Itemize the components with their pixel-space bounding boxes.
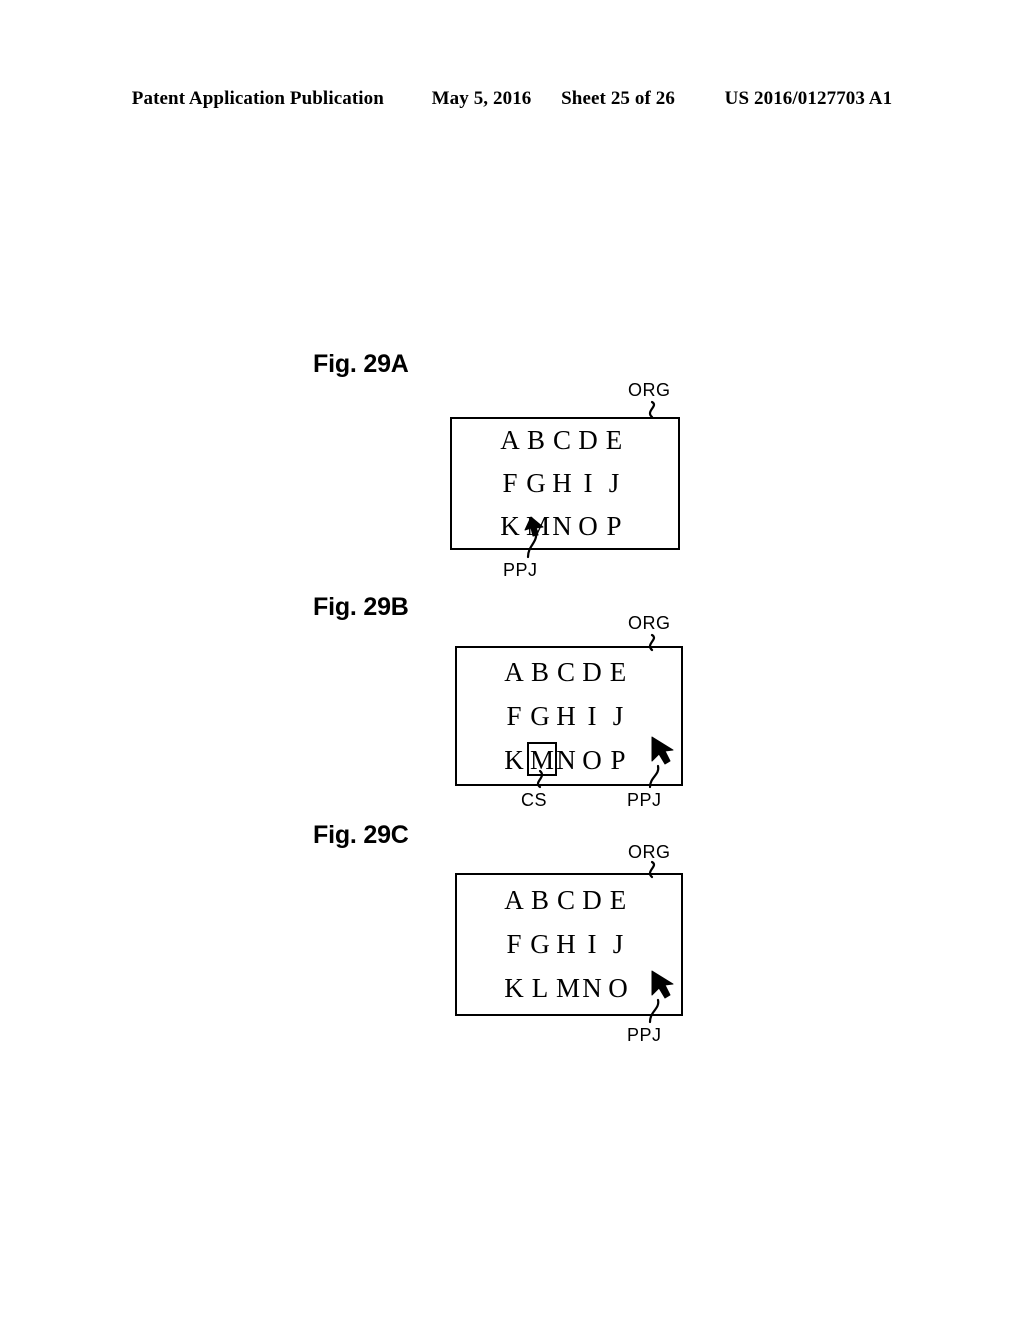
figure-29c-character: L <box>531 973 555 1003</box>
figure-29c-character: G <box>530 929 556 959</box>
figure-29a-character: M <box>526 511 557 541</box>
figure-29a-character: E <box>605 425 629 455</box>
figure-29b-character: F <box>506 700 528 731</box>
figure-29b-character: B <box>530 656 555 687</box>
figure-29a-text-row: FGHIJ <box>500 462 630 505</box>
figure-29b-character: E <box>609 656 633 687</box>
figure-29b-label: Fig. 29B <box>313 593 409 621</box>
figure-29c-character: N <box>582 973 608 1003</box>
figure-29a-org-leader <box>648 400 656 419</box>
figure-29b-character: N <box>556 744 582 775</box>
figure-29c-character: H <box>556 929 582 959</box>
figure-29c-character: I <box>587 929 603 959</box>
figure-29a-org-label: ORG <box>628 380 671 400</box>
page-header: Patent Application Publication May 5, 20… <box>0 88 1024 110</box>
figure-29a-character: B <box>526 425 551 455</box>
figure-29b-character: J <box>612 700 630 731</box>
figure-29a-document-frame: ABCDEFGHIJKMNOP <box>450 417 680 550</box>
figure-29c-text-row: KLMNO <box>504 967 634 1011</box>
figure-29c-character: A <box>504 885 530 915</box>
figure-29c-character: F <box>506 929 528 959</box>
figure-29a-character: J <box>608 468 626 498</box>
figure-29a-character: O <box>578 511 604 541</box>
header-doc-number: US 2016/0127703 A1 <box>724 88 893 109</box>
figure-29c-character: C <box>556 885 581 915</box>
figure-29c-character: E <box>609 885 633 915</box>
figure-29c-character: B <box>530 885 555 915</box>
figure-29c-text-row: ABCDE <box>504 879 634 923</box>
figure-29a-character: C <box>552 425 577 455</box>
figure-29a-character: H <box>552 468 578 498</box>
figure-29c-character: D <box>582 885 608 915</box>
figure-29a-character: A <box>500 425 526 455</box>
figure-29b-character: G <box>530 700 556 731</box>
figure-29b-character: D <box>582 656 608 687</box>
figure-29b-character: P <box>610 744 632 775</box>
figure-29a-text-row: KMNOP <box>500 505 630 548</box>
figure-29b-text-row: KMNOP <box>504 738 634 782</box>
figure-29b-character: H <box>556 700 582 731</box>
figure-29c-character: M <box>556 973 587 1003</box>
figure-29b-text-row: ABCDE <box>504 650 634 694</box>
figure-29a: Fig. 29A ORG ABCDEFGHIJKMNOP PPJ <box>0 345 1024 605</box>
figure-29b-character: A <box>504 656 530 687</box>
figure-29c: Fig. 29C ORG ABCDEFGHIJKLMNO PPJ <box>0 803 1024 1063</box>
header-date: May 5, 2016 <box>431 88 532 109</box>
figure-29c-character: J <box>612 929 630 959</box>
figure-29c-label: Fig. 29C <box>313 821 409 849</box>
figure-29a-character: G <box>526 468 552 498</box>
figure-29a-character: D <box>578 425 604 455</box>
figure-29a-character: P <box>606 511 628 541</box>
figure-29b-text-row: FGHIJ <box>504 694 634 738</box>
figure-29c-character: K <box>504 973 530 1003</box>
figure-29c-text-rows: ABCDEFGHIJKLMNO <box>457 875 681 1014</box>
figure-29b-document-frame: ABCDEFGHIJKMNOP <box>455 646 683 786</box>
figure-29c-org-label: ORG <box>628 842 671 862</box>
figure-29a-character: F <box>502 468 524 498</box>
figure-29b-text-rows: ABCDEFGHIJKMNOP <box>457 648 681 784</box>
figure-29b-character: C <box>556 656 581 687</box>
figure-29a-character: I <box>583 468 599 498</box>
figure-29c-character: O <box>608 973 634 1003</box>
figure-29a-label: Fig. 29A <box>313 350 409 378</box>
figure-29a-text-row: ABCDE <box>500 419 630 462</box>
figure-29a-text-rows: ABCDEFGHIJKMNOP <box>452 419 678 548</box>
figure-29c-document-frame: ABCDEFGHIJKLMNO <box>455 873 683 1016</box>
figure-29b: Fig. 29B ORG ABCDEFGHIJKMNOP CS PPJ <box>0 575 1024 835</box>
header-sheet: Sheet 25 of 26 <box>561 88 675 109</box>
figure-29a-character: K <box>500 511 526 541</box>
figure-29b-org-label: ORG <box>628 613 671 633</box>
header-publication: Patent Application Publication <box>131 88 384 109</box>
figure-29b-character: O <box>582 744 608 775</box>
figure-29b-character: I <box>587 700 603 731</box>
figure-29c-text-row: FGHIJ <box>504 923 634 967</box>
figure-29c-ppj-label: PPJ <box>627 1025 662 1045</box>
figure-29b-selected-character: M <box>527 741 561 776</box>
figure-29a-character: N <box>552 511 578 541</box>
